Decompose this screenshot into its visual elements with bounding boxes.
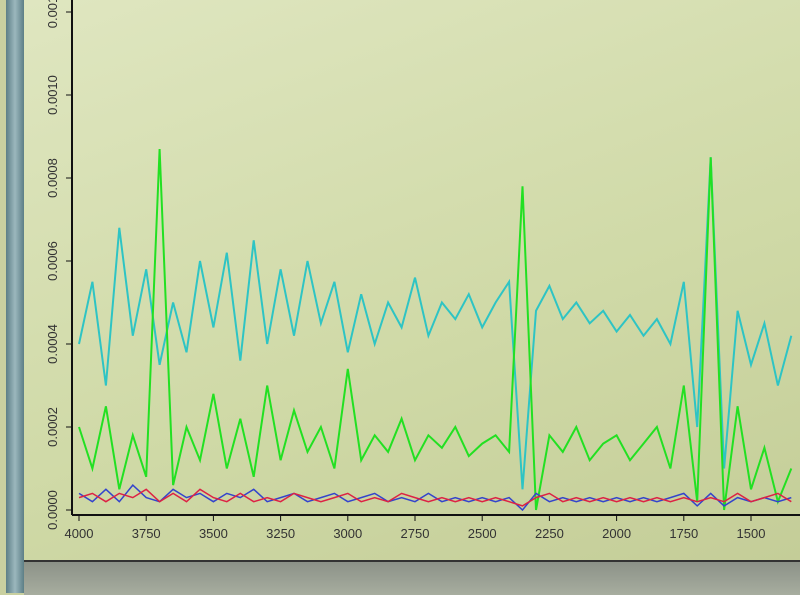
x-tick-label: 3250 <box>266 526 295 541</box>
x-tick-label: 2250 <box>535 526 564 541</box>
y-ticks: 0.0000 0.0002 0.0004 0.0006 0.0008 0.0010 0.00… <box>45 0 72 530</box>
y-tick-label: 0.0004 <box>45 324 60 364</box>
spectrum-chart: 4000 3750 3500 3250 3000 2750 2500 2250 2000 1750… <box>45 0 800 541</box>
x-tick-label: 1500 <box>737 526 766 541</box>
x-tick-label: 3500 <box>199 526 228 541</box>
x-tick-label: 2750 <box>401 526 430 541</box>
series-layer <box>78 148 793 512</box>
y-tick-label: 0.0000 <box>45 490 60 530</box>
x-tick-label: 1750 <box>669 526 698 541</box>
x-tick-label: 4000 <box>65 526 94 541</box>
x-tick-label: 2000 <box>602 526 631 541</box>
x-tick-label: 2500 <box>468 526 497 541</box>
x-tick-label: 3000 <box>333 526 362 541</box>
x-tick-label: 3750 <box>132 526 161 541</box>
y-tick-label: 0.0010 <box>45 75 60 115</box>
y-tick-label: 0.0006 <box>45 241 60 281</box>
series-cyan-line <box>78 157 793 490</box>
y-tick-label: 0.0008 <box>45 158 60 198</box>
x-ticks: 4000 3750 3500 3250 3000 2750 2500 2250 2000 1750… <box>65 515 766 541</box>
series-green-line <box>78 148 793 511</box>
y-tick-label: 0.001 <box>45 0 60 28</box>
y-tick-label: 0.0002 <box>45 407 60 447</box>
